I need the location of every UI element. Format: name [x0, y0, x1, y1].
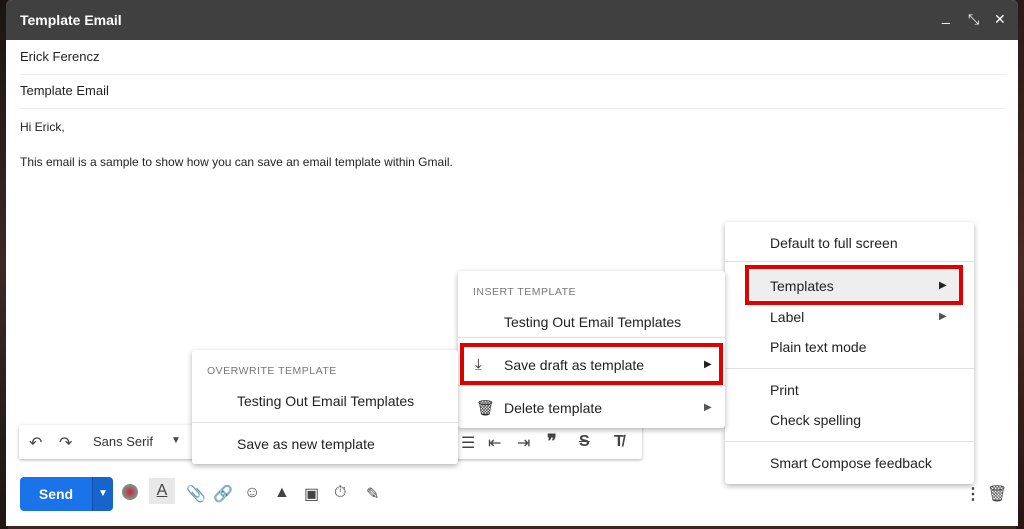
menu-item-label[interactable]: Label	[770, 309, 804, 325]
body-greeting[interactable]: Hi Erick,	[20, 120, 65, 134]
quote-icon[interactable]: ❞	[547, 431, 557, 452]
body-paragraph[interactable]: This email is a sample to show how you c…	[20, 155, 453, 169]
menu-divider	[725, 261, 974, 262]
to-field[interactable]: Erick Ferencz	[20, 40, 1005, 75]
templates-highlight	[745, 265, 963, 305]
menu-item-check-spelling[interactable]: Check spelling	[770, 412, 861, 428]
menu-divider	[192, 422, 458, 423]
menu-divider	[458, 385, 725, 386]
overwrite-template-menu: OVERWRITE TEMPLATE Testing Out Email Tem…	[192, 350, 458, 464]
trash-icon[interactable]: 🗑	[987, 484, 1007, 504]
menu-divider	[725, 441, 974, 442]
save-as-new-template-item[interactable]: Save as new template	[237, 436, 375, 452]
menu-item-smart-compose[interactable]: Smart Compose feedback	[770, 455, 932, 471]
signature-icon[interactable]: ✎	[366, 484, 379, 504]
strikethrough-icon[interactable]: S	[579, 433, 590, 451]
close-icon[interactable]: ✕	[994, 11, 1006, 28]
indent-more-icon[interactable]: ⇥	[517, 433, 530, 453]
bullets-icon[interactable]: ☰	[461, 433, 475, 453]
send-button[interactable]: Send	[20, 477, 92, 511]
send-options-icon[interactable]: ▼	[92, 477, 113, 511]
menu-item-full-screen[interactable]: Default to full screen	[770, 235, 898, 251]
insert-photo-icon[interactable]: ▣	[304, 484, 319, 504]
minimize-icon[interactable]: _	[942, 8, 950, 24]
remove-formatting-icon[interactable]: T̸	[614, 433, 624, 451]
more-options-icon[interactable]: ⋮	[965, 484, 981, 504]
font-family-select[interactable]: Sans Serif	[93, 434, 153, 449]
confidential-mode-icon[interactable]: ⏱	[334, 484, 346, 502]
attach-icon[interactable]: 📎	[186, 484, 206, 504]
more-options-menu: Default to full screen Templates ▶ Label…	[725, 222, 974, 484]
expand-icon[interactable]: ⤡	[968, 11, 979, 28]
emoji-icon[interactable]: ☺	[244, 484, 260, 502]
save-draft-highlight	[460, 343, 723, 385]
delete-template-item[interactable]: Delete template	[504, 400, 602, 416]
delete-template-icon: 🗑	[476, 400, 496, 417]
overwrite-template-item[interactable]: Testing Out Email Templates	[237, 393, 414, 409]
compose-title: Template Email	[20, 12, 122, 28]
redo-icon[interactable]: ↷	[59, 433, 72, 453]
schedule-send-icon[interactable]	[122, 484, 138, 500]
compose-titlebar[interactable]: Template Email _ ⤡ ✕	[6, 0, 1018, 40]
insert-template-header: INSERT TEMPLATE	[473, 286, 576, 298]
menu-item-print[interactable]: Print	[770, 382, 799, 398]
delete-template-submenu-icon: ▶	[704, 402, 712, 413]
subject-field[interactable]: Template Email	[20, 74, 1005, 109]
formatting-options-icon[interactable]: A	[149, 478, 175, 504]
menu-divider	[725, 368, 974, 369]
label-submenu-icon: ▶	[939, 311, 947, 322]
menu-item-plain-text[interactable]: Plain text mode	[770, 339, 867, 355]
drive-icon[interactable]: ▲	[274, 484, 290, 502]
menu-divider	[458, 337, 725, 338]
insert-link-icon[interactable]: 🔗	[213, 484, 233, 504]
insert-template-item[interactable]: Testing Out Email Templates	[504, 314, 681, 330]
undo-icon[interactable]: ↶	[29, 433, 42, 453]
font-dropdown-icon[interactable]: ▼	[171, 435, 181, 446]
overwrite-template-header: OVERWRITE TEMPLATE	[207, 365, 337, 377]
indent-less-icon[interactable]: ⇤	[488, 433, 501, 453]
